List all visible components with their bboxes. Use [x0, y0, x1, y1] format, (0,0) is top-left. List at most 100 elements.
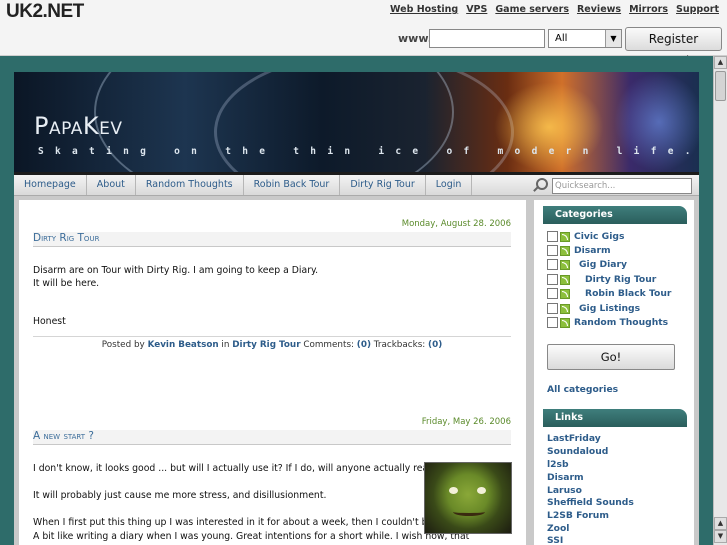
post-body-line: Honest — [33, 316, 66, 327]
post-category-link[interactable]: Dirty Rig Tour — [232, 340, 300, 350]
host-link-vps[interactable]: VPS — [466, 4, 487, 15]
trackbacks-count-link[interactable]: (0) — [428, 340, 442, 350]
post-date: Monday, August 28. 2006 — [401, 219, 511, 229]
chevron-down-icon[interactable]: ▼ — [605, 30, 621, 47]
category-checkbox[interactable] — [547, 245, 558, 256]
category-label[interactable]: Disarm — [574, 245, 611, 256]
host-link-support[interactable]: Support — [676, 4, 719, 15]
link-disarm[interactable]: Disarm — [547, 472, 584, 483]
sidebar: Categories Civic Gigs Disarm Gig Diary D… — [534, 200, 694, 545]
scroll-up-lower-icon[interactable]: ▲ — [714, 517, 727, 530]
nav-homepage[interactable]: Homepage — [14, 175, 87, 195]
category-checkbox[interactable] — [547, 274, 558, 285]
main-content: Monday, August 28. 2006 Dirty Rig Tour D… — [19, 200, 526, 545]
nav-about[interactable]: About — [87, 175, 136, 195]
link-l2sb-forum[interactable]: L2SB Forum — [547, 510, 609, 521]
blog-page: PapaKev Skating on the thin ice of moder… — [14, 72, 699, 545]
rss-icon[interactable] — [560, 245, 570, 256]
banner-swirl-2 — [214, 72, 514, 172]
quicksearch-input[interactable]: Quicksearch... — [552, 178, 692, 194]
posted-by-label: Posted by — [101, 340, 145, 350]
post-body-line: I don't know, it looks good ... but will… — [33, 463, 449, 474]
trackbacks-label: Trackbacks: — [373, 340, 426, 350]
post-body-line: It will probably just cause me more stre… — [33, 490, 327, 501]
comments-label: Comments: — [303, 340, 354, 350]
nav-random-thoughts[interactable]: Random Thoughts — [136, 175, 244, 195]
post-title-dirty-rig-tour[interactable]: Dirty Rig Tour — [33, 232, 511, 247]
category-item-dirty-rig-tour[interactable]: Dirty Rig Tour — [547, 273, 656, 286]
host-link-reviews[interactable]: Reviews — [577, 4, 621, 15]
category-item-disarm[interactable]: Disarm — [547, 244, 611, 257]
host-link-game-servers[interactable]: Game servers — [495, 4, 569, 15]
banner-glow-2 — [614, 72, 699, 172]
blog-title[interactable]: PapaKev — [34, 112, 123, 140]
nav-robin-back-tour[interactable]: Robin Back Tour — [244, 175, 341, 195]
category-item-random-thoughts[interactable]: Random Thoughts — [547, 316, 668, 329]
category-label[interactable]: Civic Gigs — [574, 231, 624, 242]
all-categories-link[interactable]: All categories — [547, 384, 618, 395]
banner-glow — [494, 82, 604, 172]
image-eye — [477, 487, 486, 494]
category-item-civic-gigs[interactable]: Civic Gigs — [547, 230, 624, 243]
category-checkbox[interactable] — [547, 231, 558, 242]
post-date: Friday, May 26. 2006 — [421, 417, 511, 427]
host-links: Web Hosting VPS Game servers Reviews Mir… — [390, 4, 719, 15]
category-item-gig-listings[interactable]: Gig Listings — [547, 302, 640, 315]
scroll-up-icon[interactable]: ▲ — [714, 56, 727, 69]
link-laruso[interactable]: Laruso — [547, 485, 582, 496]
rss-icon[interactable] — [560, 317, 570, 328]
link-zool[interactable]: Zool — [547, 523, 569, 534]
category-checkbox[interactable] — [547, 288, 558, 299]
link-sheffield-sounds[interactable]: Sheffield Sounds — [547, 497, 634, 508]
category-label[interactable]: Gig Diary — [574, 259, 627, 270]
scroll-down-icon[interactable]: ▼ — [714, 530, 727, 543]
post-body-line: Disarm are on Tour with Dirty Rig. I am … — [33, 265, 319, 276]
host-link-mirrors[interactable]: Mirrors — [629, 4, 668, 15]
category-item-robin-black-tour[interactable]: Robin Black Tour — [547, 287, 671, 300]
link-l2sb[interactable]: l2sb — [547, 459, 569, 470]
link-lastfriday[interactable]: LastFriday — [547, 433, 601, 444]
domain-prefix-label: www. — [398, 32, 432, 45]
post-title-a-new-start[interactable]: A new start ? — [33, 430, 511, 445]
blog-tagline: Skating on the thin ice of modern life..… — [38, 146, 699, 157]
category-checkbox[interactable] — [547, 303, 558, 314]
register-domain-button[interactable]: Register Domain — [625, 27, 722, 68]
post-body-line: A bit like writing a diary when I was yo… — [33, 531, 470, 542]
tld-select[interactable]: All ▼ — [548, 29, 622, 48]
rss-icon[interactable] — [560, 274, 570, 285]
post-author-link[interactable]: Kevin Beatson — [148, 340, 219, 350]
blog-banner: PapaKev Skating on the thin ice of moder… — [14, 72, 699, 175]
main-nav: Homepage About Random Thoughts Robin Bac… — [14, 175, 699, 196]
category-checkbox[interactable] — [547, 317, 558, 328]
category-label[interactable]: Gig Listings — [574, 303, 640, 314]
category-label[interactable]: Robin Black Tour — [574, 288, 671, 299]
rss-icon[interactable] — [560, 288, 570, 299]
search-icon — [536, 178, 548, 190]
link-ssi[interactable]: SSI — [547, 535, 563, 545]
image-eye — [449, 487, 458, 494]
scrollbar-thumb[interactable] — [715, 71, 726, 101]
nav-dirty-rig-tour[interactable]: Dirty Rig Tour — [340, 175, 426, 195]
tld-select-value: All — [555, 33, 568, 44]
rss-icon[interactable] — [560, 259, 570, 270]
scrollbar[interactable]: ▲ ▲ ▼ — [713, 56, 727, 545]
rss-icon[interactable] — [560, 303, 570, 314]
domain-input[interactable] — [429, 29, 545, 48]
comments-count-link[interactable]: (0) — [357, 340, 371, 350]
go-button[interactable]: Go! — [547, 344, 675, 370]
host-logo-text: UK2.NET — [6, 1, 84, 22]
post-footer: Posted by Kevin Beatson in Dirty Rig Tou… — [33, 336, 511, 350]
category-label[interactable]: Random Thoughts — [574, 317, 668, 328]
post-body-line: It will be here. — [33, 278, 100, 289]
links-heading: Links — [543, 409, 687, 427]
category-label[interactable]: Dirty Rig Tour — [574, 274, 656, 285]
host-link-web-hosting[interactable]: Web Hosting — [390, 4, 458, 15]
link-soundaloud[interactable]: Soundaloud — [547, 446, 608, 457]
nav-login[interactable]: Login — [426, 175, 473, 195]
categories-heading: Categories — [543, 206, 687, 224]
category-checkbox[interactable] — [547, 259, 558, 270]
post-image-shrek — [424, 462, 512, 534]
host-logo[interactable]: UK2.NET — [6, 1, 84, 23]
rss-icon[interactable] — [560, 231, 570, 242]
category-item-gig-diary[interactable]: Gig Diary — [547, 258, 627, 271]
